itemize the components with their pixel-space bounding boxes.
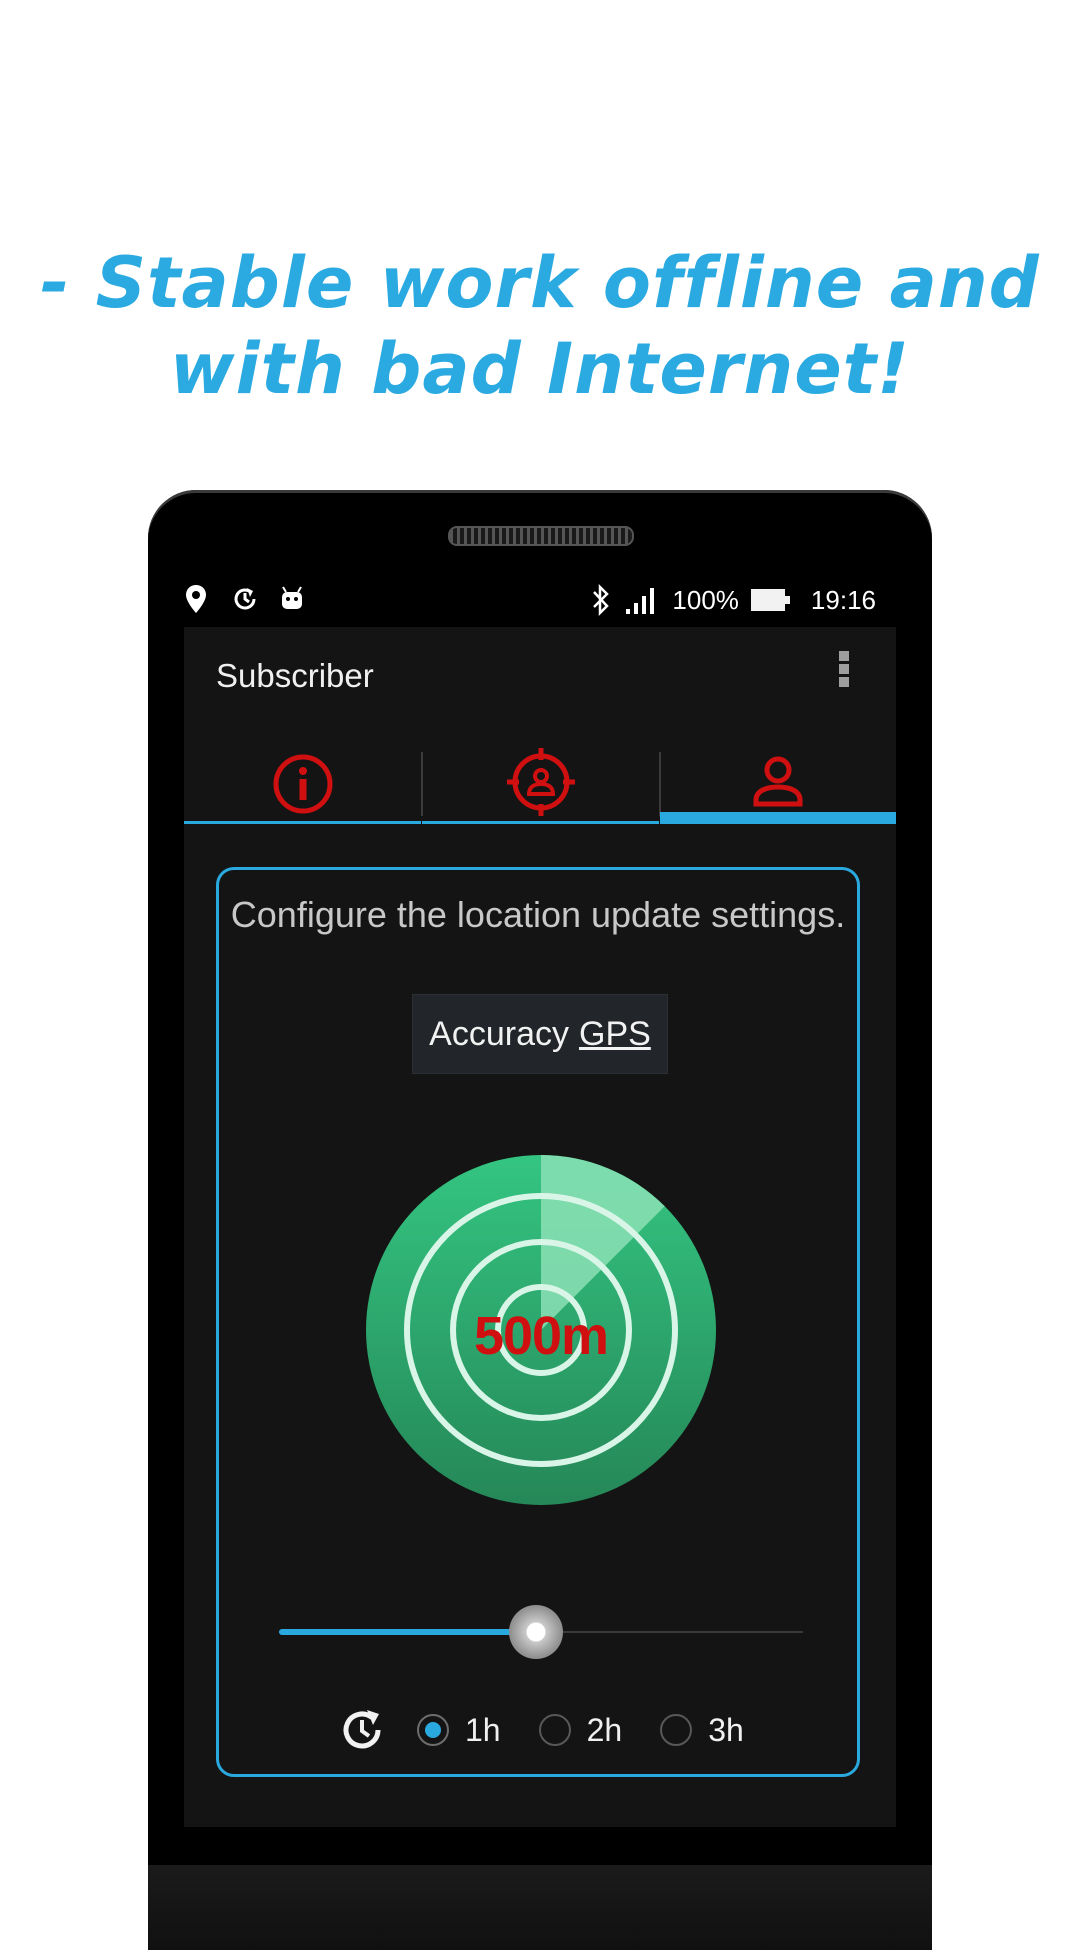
radius-slider[interactable]	[279, 1605, 803, 1659]
interval-label-2h: 2h	[586, 1711, 623, 1748]
interval-option-2h[interactable]: 2h	[538, 1711, 623, 1749]
more-vert-icon[interactable]	[838, 651, 850, 695]
promo-headline-line-2: with bad Internet!	[169, 328, 911, 410]
accuracy-label: Accuracy	[429, 1014, 569, 1053]
target-person-icon	[506, 748, 575, 816]
interval-label-1h: 1h	[465, 1711, 501, 1748]
location-pin-icon	[186, 585, 206, 613]
history-icon	[343, 1710, 381, 1749]
settings-description: Configure the location update settings.	[230, 894, 846, 935]
app-screen: Subscriber Configure the location update…	[184, 627, 896, 1827]
status-bar: 100% 19:16	[184, 578, 896, 622]
clock: 19:16	[810, 584, 876, 615]
interval-option-1h[interactable]: 1h	[417, 1712, 501, 1749]
accuracy-value: GPS	[579, 1014, 651, 1053]
info-icon	[273, 754, 332, 814]
phone-speaker	[448, 526, 634, 546]
tab-info[interactable]	[184, 742, 421, 824]
app-title: Subscriber	[216, 657, 374, 694]
radio-button[interactable]	[538, 1714, 571, 1746]
sync-clock-icon	[234, 588, 256, 610]
interval-label-3h: 3h	[708, 1711, 744, 1748]
interval-option-3h[interactable]: 3h	[660, 1712, 744, 1749]
bluetooth-icon	[593, 583, 610, 617]
radio-button[interactable]	[417, 1714, 449, 1746]
phone-frame: 100% 19:16 Subscriber Configure the loca…	[148, 490, 932, 1950]
tab-settings[interactable]	[660, 742, 896, 824]
app-bar: Subscriber	[184, 627, 896, 723]
accuracy-button[interactable]: Accuracy GPS	[412, 994, 668, 1074]
person-icon	[753, 756, 803, 807]
radius-label: 500m	[473, 1306, 609, 1366]
android-icon	[282, 586, 302, 609]
slider-thumb[interactable]	[508, 1605, 563, 1659]
signal-icon	[626, 588, 655, 614]
update-interval-row: 1h 2h 3h	[337, 1702, 744, 1758]
battery-percent: 100%	[672, 584, 739, 615]
slider-fill	[279, 1629, 536, 1635]
promo-headline: - Stable work offline and with bad Inter…	[0, 240, 1080, 412]
radio-button[interactable]	[660, 1714, 693, 1746]
tab-tracking[interactable]	[422, 742, 659, 824]
promo-headline-line-1: - Stable work offline and	[40, 242, 1040, 324]
location-settings-panel: Configure the location update settings. …	[216, 867, 860, 1777]
tab-bar	[184, 742, 896, 824]
phone-bottom-bezel	[148, 1865, 932, 1950]
battery-icon	[750, 589, 790, 611]
